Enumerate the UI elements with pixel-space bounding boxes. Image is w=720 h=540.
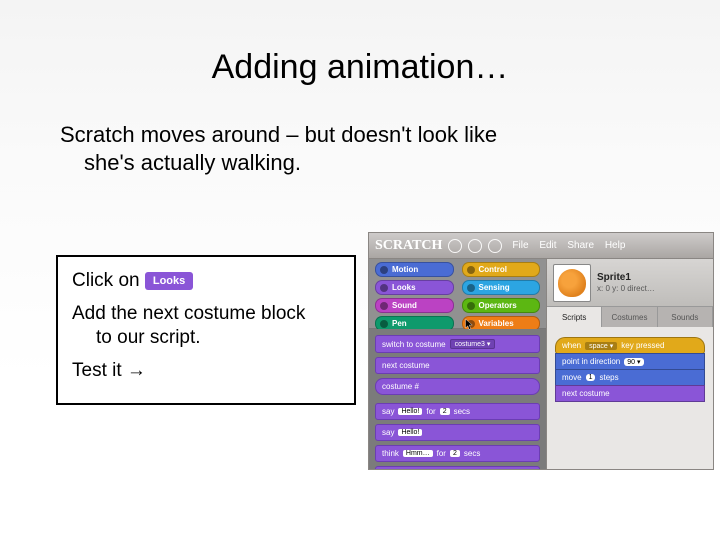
category-motion[interactable]: Motion (375, 262, 454, 277)
tab-sounds[interactable]: Sounds (658, 307, 713, 327)
block-think-for[interactable]: think Hmm… for 2 secs (375, 445, 540, 462)
save-icon[interactable] (468, 239, 482, 253)
open-icon[interactable] (488, 239, 502, 253)
add-block-line2: to our script. (72, 326, 340, 351)
globe-icon[interactable] (448, 239, 462, 253)
scratch-logo: SCRATCH (375, 238, 442, 254)
sprite-coords: x: 0 y: 0 direct… (597, 284, 655, 294)
test-it-line: Test it → (72, 359, 340, 384)
subtitle-line2: she's actually walking. (60, 149, 660, 177)
menu-bar: File Edit Share Help (508, 240, 629, 251)
slide-title: Adding animation… (0, 0, 720, 87)
script-point-direction[interactable]: point in direction 90 ▾ (555, 353, 705, 370)
category-looks[interactable]: Looks (375, 280, 454, 295)
left-column: Motion Control Looks Sensing Sound Opera… (369, 259, 547, 469)
tab-costumes[interactable]: Costumes (602, 307, 657, 327)
tab-scripts[interactable]: Scripts (547, 307, 602, 327)
category-operators[interactable]: Operators (462, 298, 541, 313)
sprite-info: Sprite1 x: 0 y: 0 direct… (547, 259, 713, 307)
add-block-line1: Add the next costume block (72, 303, 305, 324)
block-think[interactable]: think Hmm… (375, 466, 540, 469)
category-sound[interactable]: Sound (375, 298, 454, 313)
cursor-icon (465, 319, 475, 331)
cat-icon (558, 269, 586, 297)
click-on-text: Click on (72, 270, 140, 291)
block-next-costume[interactable]: next costume (375, 357, 540, 374)
block-say[interactable]: say Hello! (375, 424, 540, 441)
block-switch-costume[interactable]: switch to costume costume3 ▾ (375, 335, 540, 353)
sprite-name: Sprite1 (597, 271, 655, 284)
right-column: Sprite1 x: 0 y: 0 direct… Scripts Costum… (547, 259, 713, 469)
script-when-key[interactable]: when space ▾ key pressed (555, 337, 705, 354)
scratch-app: SCRATCH File Edit Share Help Motion Cont… (368, 232, 714, 470)
menu-share[interactable]: Share (567, 240, 594, 251)
block-palette: switch to costume costume3 ▾ next costum… (369, 329, 546, 469)
script-next-costume[interactable]: next costume (555, 385, 705, 402)
script-move-steps[interactable]: move 1 steps (555, 369, 705, 386)
category-grid: Motion Control Looks Sensing Sound Opera… (369, 259, 546, 329)
block-costume-num[interactable]: costume # (375, 378, 540, 395)
scratch-topbar: SCRATCH File Edit Share Help (369, 233, 713, 259)
menu-file[interactable]: File (512, 240, 528, 251)
slide-subtitle: Scratch moves around – but doesn't look … (0, 87, 720, 176)
instruction-box: Click on Looks Add the next costume bloc… (56, 255, 356, 405)
looks-category-pill: Looks (145, 272, 193, 290)
sprite-thumbnail[interactable] (553, 264, 591, 302)
category-control[interactable]: Control (462, 262, 541, 277)
menu-help[interactable]: Help (605, 240, 626, 251)
menu-edit[interactable]: Edit (539, 240, 556, 251)
subtitle-line1: Scratch moves around – but doesn't look … (60, 122, 497, 147)
block-say-for[interactable]: say Hello! for 2 secs (375, 403, 540, 420)
script-tabs: Scripts Costumes Sounds (547, 307, 713, 327)
script-stack[interactable]: when space ▾ key pressed point in direct… (555, 337, 705, 401)
category-sensing[interactable]: Sensing (462, 280, 541, 295)
script-area[interactable]: when space ▾ key pressed point in direct… (547, 327, 713, 469)
